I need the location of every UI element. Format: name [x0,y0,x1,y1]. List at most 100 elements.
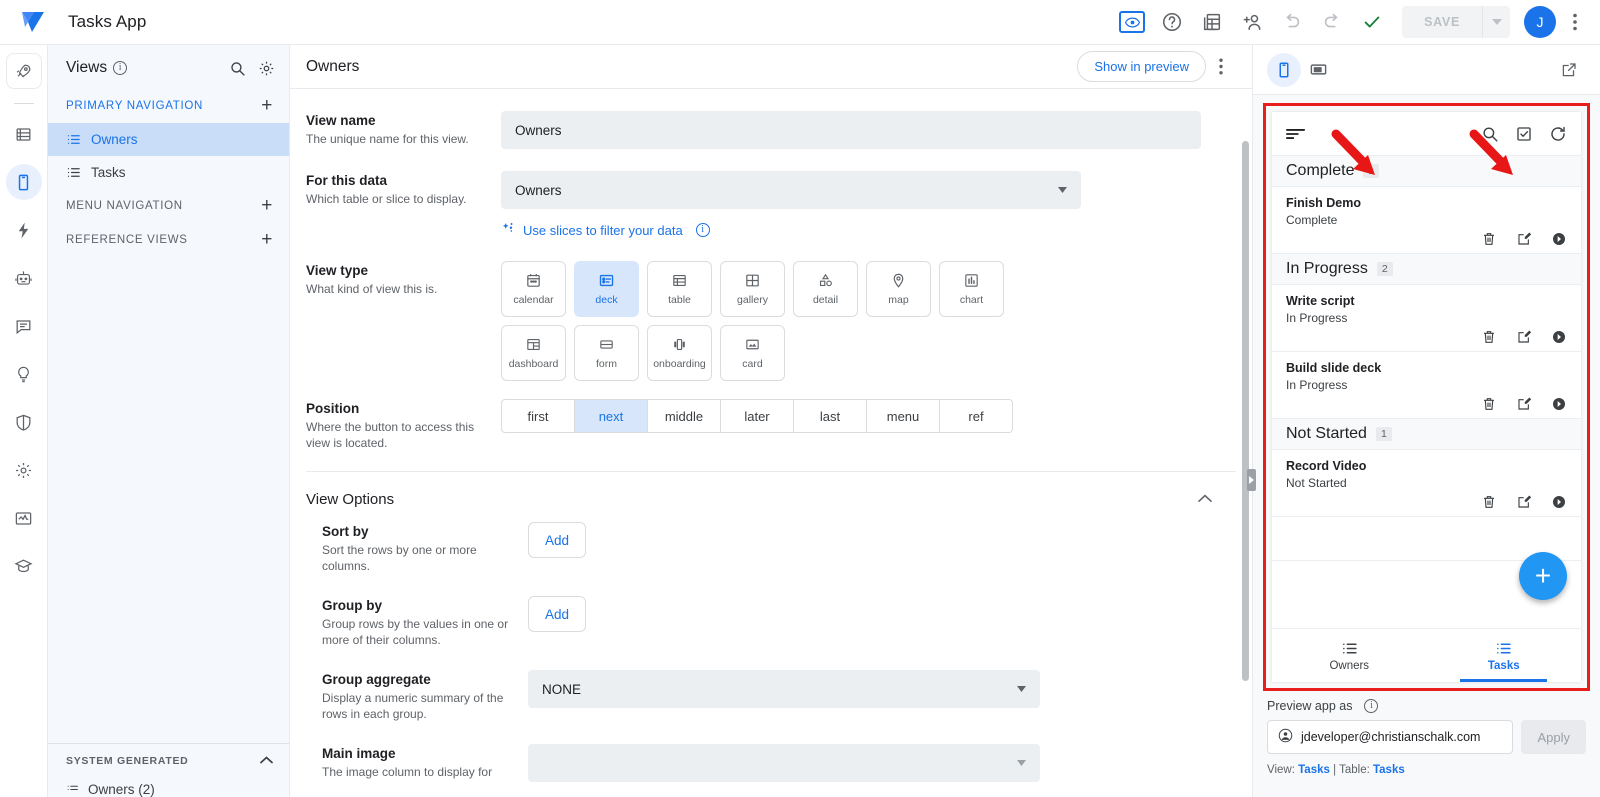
edit-icon[interactable] [1516,329,1532,345]
view-more-options-icon[interactable] [1206,58,1236,75]
edit-icon[interactable] [1516,494,1532,510]
search-icon[interactable] [229,60,246,77]
rail-item-chat[interactable] [6,308,42,344]
add-menu-view-button[interactable]: + [261,196,273,215]
rail-item-app[interactable] [5,164,42,200]
more-options-icon[interactable] [1560,13,1590,31]
view-type-gallery[interactable]: gallery [720,261,785,317]
meta-view-link[interactable]: Tasks [1298,764,1330,776]
rail-item-security[interactable] [6,404,42,440]
collapse-preview-handle[interactable] [1247,469,1256,491]
view-name-input[interactable]: Owners [501,111,1201,149]
system-generated-header[interactable]: SYSTEM GENERATED [48,744,289,778]
search-icon[interactable] [1481,125,1499,143]
view-type-detail[interactable]: detail [793,261,858,317]
deck-row[interactable]: Build slide deck In Progress [1272,352,1581,419]
gear-icon[interactable] [258,60,275,77]
delete-icon[interactable] [1481,494,1497,510]
rail-item-agents[interactable] [6,260,42,296]
save-button[interactable]: SAVE [1402,6,1482,38]
position-option-first[interactable]: first [501,399,575,433]
deck-row[interactable]: Record Video Not Started [1272,450,1581,517]
bottom-nav-tasks[interactable]: Tasks [1427,629,1582,682]
view-type-deck[interactable]: deck [574,261,639,317]
checkmark-icon[interactable] [1352,2,1392,42]
sidebar-item-owners-system[interactable]: Owners (2) [48,778,289,797]
chevron-up-icon[interactable] [1198,490,1212,508]
rail-item-data[interactable] [6,116,42,152]
open-detail-icon[interactable] [1551,396,1567,412]
apply-button[interactable]: Apply [1521,720,1586,754]
add-collaborator-icon[interactable] [1232,2,1272,42]
delete-icon[interactable] [1481,231,1497,247]
view-type-map[interactable]: map [866,261,931,317]
checkbox-icon[interactable] [1515,125,1533,143]
deck-row[interactable]: Finish Demo Complete [1272,187,1581,254]
undo-icon[interactable] [1272,2,1312,42]
redo-icon[interactable] [1312,2,1352,42]
preview-eye-icon[interactable] [1112,2,1153,42]
rail-item-learn[interactable] [6,548,42,584]
view-type-chart[interactable]: chart [939,261,1004,317]
bottom-nav-owners[interactable]: Owners [1272,629,1427,682]
open-detail-icon[interactable] [1551,494,1567,510]
sort-by-add-button[interactable]: Add [528,522,586,558]
group-aggregate-select[interactable]: NONE [528,670,1040,708]
position-option-middle[interactable]: middle [648,399,721,433]
main-image-select[interactable] [528,744,1040,782]
view-editor-pane: Owners Show in preview View name The uni… [290,45,1256,797]
help-icon[interactable] [1152,2,1192,42]
sidebar-item-owners[interactable]: Owners [48,123,289,156]
view-type-table[interactable]: table [647,261,712,317]
position-option-next[interactable]: next [575,399,648,433]
view-type-form[interactable]: form [574,325,639,381]
open-in-new-icon[interactable] [1552,53,1586,87]
avatar[interactable]: J [1524,6,1556,38]
view-editor-scroll[interactable]: View name The unique name for this view.… [290,89,1252,797]
rail-item-intelligence[interactable] [6,356,42,392]
position-option-later[interactable]: later [721,399,794,433]
delete-icon[interactable] [1481,396,1497,412]
add-record-fab[interactable]: + [1519,552,1567,600]
preview-phone-tab[interactable] [1267,52,1301,87]
add-primary-view-button[interactable]: + [261,96,273,115]
position-option-ref[interactable]: ref [940,399,1013,433]
deck-row[interactable]: Write script In Progress [1272,285,1581,352]
position-option-last[interactable]: last [794,399,867,433]
add-reference-view-button[interactable]: + [261,230,273,249]
edit-icon[interactable] [1516,396,1532,412]
rail-item-settings[interactable] [6,452,42,488]
use-slices-link[interactable]: Use slices to filter your data i [501,221,1212,239]
view-type-card[interactable]: card [720,325,785,381]
for-this-data-select[interactable]: Owners [501,171,1081,209]
sort-lines-icon[interactable] [1286,127,1306,141]
main-scrollbar[interactable] [1242,141,1249,681]
account-icon [1278,728,1293,746]
view-type-onboarding[interactable]: onboarding [647,325,712,381]
rail-item-quickstart[interactable] [5,53,42,89]
delete-icon[interactable] [1481,329,1497,345]
preview-tablet-tab[interactable] [1301,53,1335,87]
show-in-preview-button[interactable]: Show in preview [1077,51,1206,82]
refresh-icon[interactable] [1549,125,1567,143]
view-options-header[interactable]: View Options [290,472,1252,522]
edit-icon[interactable] [1516,231,1532,247]
rail-item-automation[interactable] [6,212,42,248]
view-type-calendar[interactable]: calendar [501,261,566,317]
view-type-dashboard[interactable]: dashboard [501,325,566,381]
left-rail [0,45,48,797]
open-detail-icon[interactable] [1551,231,1567,247]
sidebar-item-tasks[interactable]: Tasks [48,156,289,189]
open-detail-icon[interactable] [1551,329,1567,345]
position-option-menu[interactable]: menu [867,399,940,433]
info-icon[interactable]: i [113,61,128,75]
data-tables-icon[interactable] [1192,2,1232,42]
save-dropdown-caret[interactable] [1482,6,1510,38]
rail-item-monitor[interactable] [6,500,42,536]
preview-user-input[interactable]: jdeveloper@christianschalk.com [1267,720,1514,754]
chevron-up-icon[interactable] [260,755,273,767]
meta-table-link[interactable]: Tasks [1373,764,1405,776]
info-icon[interactable]: i [1364,699,1379,713]
group-by-add-button[interactable]: Add [528,596,586,632]
info-icon[interactable]: i [695,223,710,237]
